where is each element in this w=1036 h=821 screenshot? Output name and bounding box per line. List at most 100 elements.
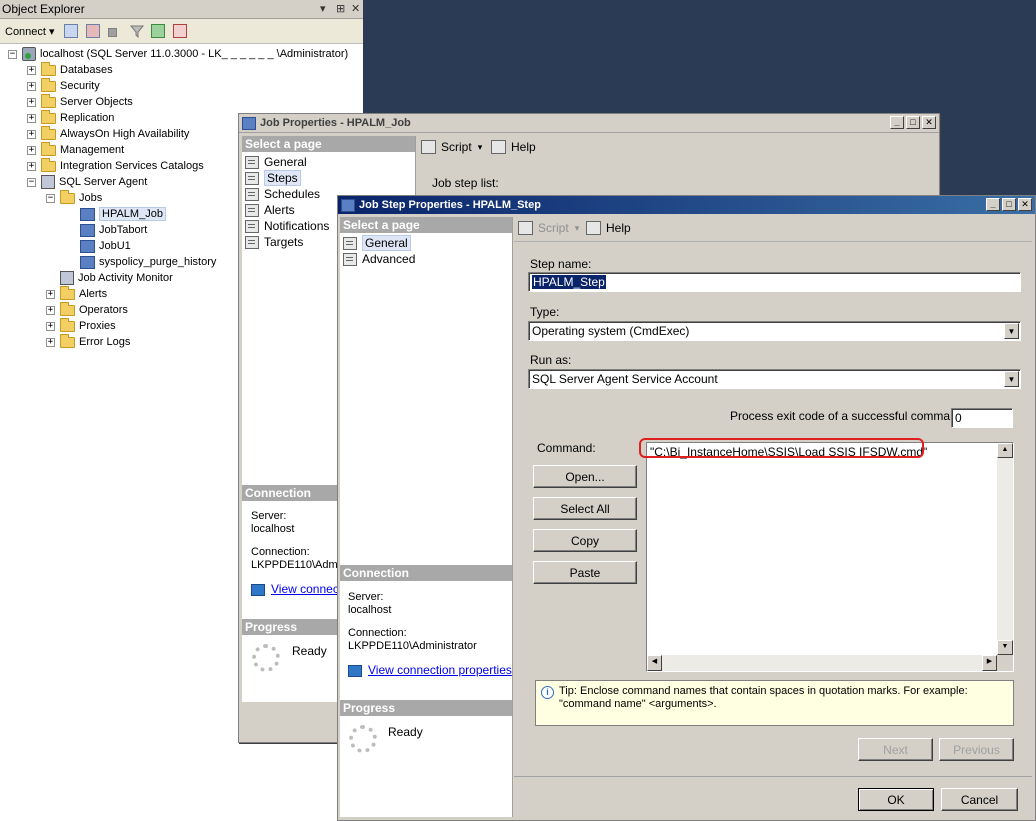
connection-properties-icon <box>251 584 265 597</box>
expand-icon[interactable]: + <box>46 321 55 331</box>
refresh-icon[interactable] <box>151 22 165 40</box>
filter-icon[interactable] <box>130 22 144 40</box>
tree-node[interactable]: − SQL Server Agent <box>27 174 147 190</box>
tree-node[interactable]: + Management <box>27 141 124 158</box>
step-name-input[interactable]: HPALM_Step <box>528 272 1021 292</box>
close-button[interactable]: ✕ <box>1018 198 1032 211</box>
next-button[interactable]: Next <box>858 738 933 761</box>
connection-value: LKPPDE110\Adm <box>251 559 338 571</box>
tree-node-label: Error Logs <box>79 336 131 348</box>
page-steps[interactable]: Steps <box>245 170 301 186</box>
open-button[interactable]: Open... <box>533 465 637 488</box>
scroll-right-icon[interactable]: ▶ <box>982 655 997 671</box>
step-name-value: HPALM_Step <box>532 275 606 289</box>
pin-icon[interactable]: ⊞ <box>336 2 345 15</box>
vertical-scrollbar[interactable]: ▲ ▼ <box>997 443 1013 655</box>
help-button[interactable]: Help <box>491 140 536 154</box>
stop-icon[interactable] <box>108 22 117 40</box>
page-alerts[interactable]: Alerts <box>245 202 295 218</box>
maximize-button[interactable]: □ <box>906 116 920 129</box>
folder-icon <box>60 189 75 204</box>
horizontal-scrollbar[interactable]: ◀ ▶ <box>647 655 997 671</box>
command-textarea[interactable]: "C:\Bi_InstanceHome\SSIS\Load SSIS IFSDW… <box>646 442 1014 672</box>
collapse-icon[interactable]: − <box>46 193 55 203</box>
cancel-button[interactable]: Cancel <box>941 788 1018 811</box>
tree-node[interactable]: − Jobs <box>46 189 102 206</box>
tree-node[interactable]: Job Activity Monitor <box>46 270 173 286</box>
tree-node[interactable]: + Security <box>27 77 100 94</box>
select-all-button[interactable]: Select All <box>533 497 637 520</box>
minimize-button[interactable]: _ <box>890 116 904 129</box>
page-general[interactable]: General <box>343 235 411 251</box>
tree-node[interactable]: − localhost (SQL Server 11.0.3000 - LK_ _… <box>8 46 348 62</box>
script-button[interactable]: Script ▾ <box>421 140 482 154</box>
expand-icon[interactable]: + <box>27 145 36 155</box>
expand-icon[interactable]: + <box>46 305 55 315</box>
maximize-button[interactable]: □ <box>1002 198 1016 211</box>
connect-server-icon[interactable] <box>64 22 78 40</box>
script-button[interactable]: Script ▾ <box>518 221 579 235</box>
page-notifications[interactable]: Notifications <box>245 218 329 234</box>
tree-node[interactable]: HPALM_Job <box>66 206 166 222</box>
expand-icon[interactable]: + <box>27 113 36 123</box>
tree-node[interactable]: JobU1 <box>66 238 131 254</box>
page-schedules[interactable]: Schedules <box>245 186 320 202</box>
page-icon <box>245 203 259 217</box>
help-button[interactable]: Help <box>586 221 631 235</box>
job-properties-title: Job Properties - HPALM_Job <box>260 117 411 129</box>
scroll-up-icon[interactable]: ▲ <box>997 443 1013 458</box>
expand-icon[interactable]: + <box>46 289 55 299</box>
tree-node[interactable]: + Databases <box>27 61 113 78</box>
run-as-select[interactable]: SQL Server Agent Service Account ▼ <box>528 369 1021 389</box>
monitor-icon <box>60 271 74 285</box>
close-button[interactable]: ✕ <box>922 116 936 129</box>
agent-icon <box>41 175 55 189</box>
tree-node[interactable]: + Error Logs <box>46 333 131 350</box>
type-select[interactable]: Operating system (CmdExec) ▼ <box>528 321 1021 341</box>
expand-icon[interactable]: + <box>27 129 36 139</box>
folder-icon <box>41 77 56 92</box>
disconnect-icon[interactable] <box>86 22 100 40</box>
paste-button[interactable]: Paste <box>533 561 637 584</box>
ok-button[interactable]: OK <box>858 788 934 811</box>
chevron-down-icon[interactable]: ▼ <box>1004 371 1019 387</box>
folder-icon <box>41 109 56 124</box>
connect-button[interactable]: Connect ▾ <box>5 22 55 40</box>
expand-icon[interactable]: + <box>27 81 36 91</box>
page-general[interactable]: General <box>245 154 307 170</box>
dropdown-icon[interactable]: ▾ <box>320 2 326 15</box>
tree-node-label: syspolicy_purge_history <box>99 256 217 268</box>
page-targets[interactable]: Targets <box>245 234 303 250</box>
tree-node[interactable]: + Server Objects <box>27 93 133 110</box>
tree-node[interactable]: + AlwaysOn High Availability <box>27 125 189 142</box>
tree-node[interactable]: + Proxies <box>46 317 116 334</box>
tree-node-label: Alerts <box>79 288 108 300</box>
view-connection-link[interactable]: View connec <box>271 582 339 596</box>
scroll-left-icon[interactable]: ◀ <box>647 655 662 671</box>
connection-properties-icon <box>348 665 362 678</box>
tree-node[interactable]: syspolicy_purge_history <box>66 254 216 270</box>
tree-node[interactable]: + Integration Services Catalogs <box>27 157 204 174</box>
collapse-icon[interactable]: − <box>27 177 36 187</box>
minimize-button[interactable]: _ <box>986 198 1000 211</box>
tree-node[interactable]: + Operators <box>46 301 128 318</box>
tree-node[interactable]: + Replication <box>27 109 114 126</box>
collapse-icon[interactable]: − <box>8 49 17 59</box>
view-connection-link[interactable]: View connection properties <box>368 663 512 677</box>
exit-code-input[interactable]: 0 <box>951 408 1013 428</box>
expand-icon[interactable]: + <box>46 337 55 347</box>
close-icon[interactable]: ✕ <box>351 2 360 15</box>
expand-icon[interactable]: + <box>27 65 36 75</box>
job-toolbar: Script ▾ Help <box>416 136 936 160</box>
copy-button[interactable]: Copy <box>533 529 637 552</box>
page-advanced[interactable]: Advanced <box>343 251 415 267</box>
tree-node[interactable]: JobTabort <box>66 222 147 238</box>
scroll-down-icon[interactable]: ▼ <box>997 640 1013 655</box>
job-icon <box>80 239 95 253</box>
chevron-down-icon[interactable]: ▼ <box>1004 323 1019 339</box>
sync-icon[interactable] <box>173 22 187 40</box>
previous-button[interactable]: Previous <box>939 738 1014 761</box>
tree-node[interactable]: + Alerts <box>46 285 108 302</box>
expand-icon[interactable]: + <box>27 161 36 171</box>
expand-icon[interactable]: + <box>27 97 36 107</box>
